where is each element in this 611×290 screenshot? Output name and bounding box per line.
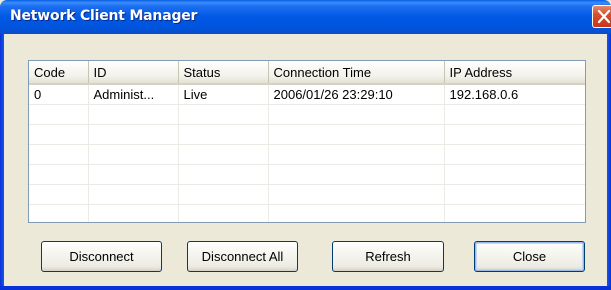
cell-ip-address: 192.168.0.6 bbox=[444, 84, 585, 105]
title-bar[interactable]: Network Client Manager bbox=[0, 0, 611, 34]
title-close-button[interactable] bbox=[592, 5, 611, 28]
column-header-status[interactable]: Status bbox=[178, 61, 269, 85]
window-title: Network Client Manager bbox=[10, 8, 198, 24]
cell-status: Live bbox=[178, 84, 269, 105]
empty-row bbox=[29, 104, 585, 125]
cell-id: Administ... bbox=[88, 84, 179, 105]
window-frame-left bbox=[0, 34, 4, 290]
cell-connection-time: 2006/01/26 23:29:10 bbox=[268, 84, 445, 105]
column-header-code[interactable]: Code bbox=[29, 61, 89, 85]
table-row[interactable]: 0 Administ... Live 2006/01/26 23:29:10 1… bbox=[29, 84, 585, 105]
column-header-connection-time[interactable]: Connection Time bbox=[268, 61, 445, 85]
disconnect-all-button[interactable]: Disconnect All bbox=[187, 241, 298, 272]
client-list[interactable]: Code ID Status Connection Time IP Addres… bbox=[28, 60, 586, 223]
table-header-row: Code ID Status Connection Time IP Addres… bbox=[29, 61, 585, 85]
empty-row bbox=[29, 204, 585, 222]
empty-row bbox=[29, 164, 585, 185]
empty-row bbox=[29, 184, 585, 205]
client-table: Code ID Status Connection Time IP Addres… bbox=[29, 61, 585, 222]
network-client-manager-window: Network Client Manager Code ID Status Co… bbox=[0, 0, 611, 290]
empty-row bbox=[29, 144, 585, 165]
cell-code: 0 bbox=[29, 84, 89, 105]
close-icon bbox=[597, 9, 611, 24]
close-button[interactable]: Close bbox=[474, 241, 585, 272]
empty-row bbox=[29, 124, 585, 145]
window-frame-right bbox=[607, 34, 611, 290]
column-header-id[interactable]: ID bbox=[88, 61, 179, 85]
refresh-button[interactable]: Refresh bbox=[332, 241, 444, 272]
window-frame-bottom bbox=[0, 286, 611, 290]
disconnect-button[interactable]: Disconnect bbox=[41, 241, 162, 272]
column-header-ip-address[interactable]: IP Address bbox=[444, 61, 585, 85]
